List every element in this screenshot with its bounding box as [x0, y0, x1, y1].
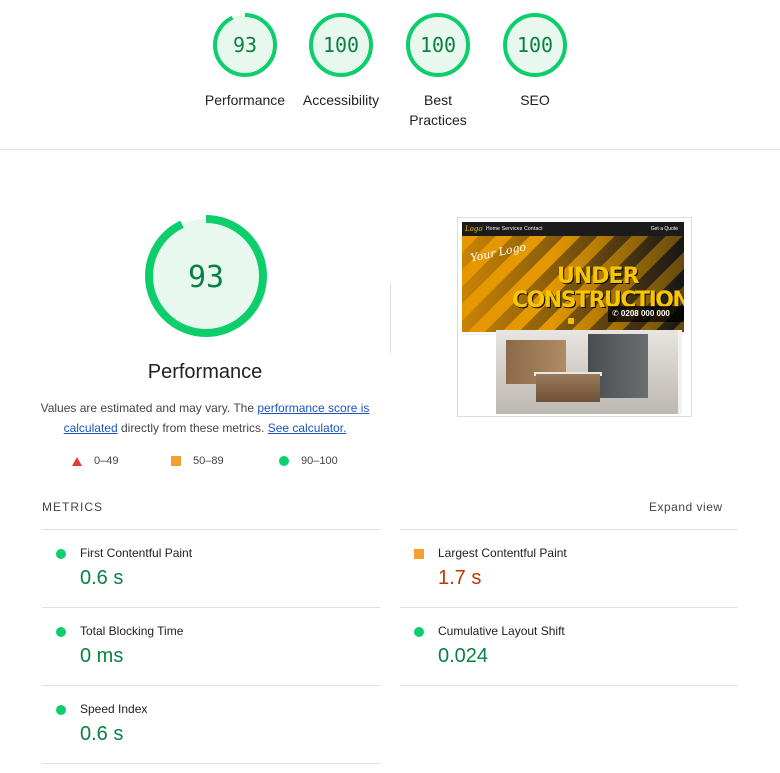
legend-pass: 90–100	[279, 455, 338, 467]
desc-text: Values are estimated and may vary. The	[40, 401, 258, 415]
metric-label: Speed Index	[80, 702, 148, 716]
see-calculator-link[interactable]: See calculator.	[268, 421, 347, 435]
metric-lcp: Largest Contentful Paint 1.7 s	[400, 529, 738, 607]
gauge-ring: 100	[406, 13, 470, 77]
triangle-icon	[72, 456, 82, 466]
performance-score: 93	[188, 260, 224, 295]
metric-value: 0 ms	[80, 645, 124, 667]
category-gauges: 93 Performance 100 Accessibility 100 Bes…	[0, 0, 780, 150]
gauge-label: Accessibility	[302, 92, 380, 108]
metric-value: 0.6 s	[80, 567, 124, 589]
gauge-ring: 100	[309, 13, 373, 77]
metric-label: Largest Contentful Paint	[438, 546, 567, 560]
circle-icon	[279, 456, 289, 466]
metric-value: 0.6 s	[80, 723, 124, 745]
metrics-title: METRICS	[42, 500, 103, 514]
gauge-label: SEO	[520, 92, 550, 108]
legend-average: 50–89	[171, 455, 224, 467]
section-marker	[568, 318, 574, 324]
metric-value: 1.7 s	[438, 567, 482, 589]
gauge-performance[interactable]: 93 Performance	[195, 12, 295, 110]
hero-line-1: UNDER	[557, 264, 640, 289]
site-logo: Logo	[465, 225, 483, 233]
desc-text: directly from these metrics.	[117, 421, 268, 435]
circle-icon	[414, 627, 424, 637]
gauge-accessibility[interactable]: 100 Accessibility	[291, 12, 391, 110]
circle-icon	[56, 549, 66, 559]
metric-tbt: Total Blocking Time 0 ms	[42, 607, 380, 685]
legend-range: 90–100	[301, 455, 338, 467]
metric-speed-index: Speed Index 0.6 s	[42, 685, 380, 763]
kitchen-island	[536, 374, 600, 402]
site-cta: Get a Quote	[650, 226, 678, 232]
expand-view-button[interactable]: Expand view	[649, 500, 723, 514]
gauge-ring: 93	[213, 13, 277, 77]
gauge-best-practices[interactable]: 100 Best Practices	[388, 12, 488, 130]
hero-phone: ✆ 0208 000 000	[608, 306, 684, 322]
gauge-ring: 100	[503, 13, 567, 77]
site-nav: Logo Home Services Contact Get a Quote	[462, 222, 684, 236]
metric-divider	[42, 763, 380, 764]
performance-title: Performance	[147, 361, 263, 383]
legend-range: 0–49	[94, 455, 119, 467]
performance-description: Values are estimated and may vary. The p…	[40, 398, 370, 438]
square-icon	[414, 549, 424, 559]
metric-divider	[400, 685, 738, 686]
svg-text:100: 100	[420, 33, 456, 57]
final-screenshot-thumbnail[interactable]: Logo Home Services Contact Get a Quote Y…	[457, 217, 692, 417]
section-divider	[0, 149, 780, 150]
legend-fail: 0–49	[72, 455, 118, 467]
svg-text:100: 100	[517, 33, 553, 57]
legend-range: 50–89	[193, 455, 224, 467]
performance-gauge: 93	[140, 210, 272, 342]
metric-fcp: First Contentful Paint 0.6 s	[42, 529, 380, 607]
circle-icon	[56, 627, 66, 637]
metric-value: 0.024	[438, 645, 489, 667]
svg-text:100: 100	[323, 33, 359, 57]
site-nav-links: Home Services Contact	[486, 226, 543, 232]
thumbnail-scrollbar	[678, 330, 682, 414]
kitchen-image	[496, 330, 682, 414]
metric-label: Cumulative Layout Shift	[438, 624, 565, 638]
vertical-divider	[390, 283, 391, 353]
metric-cls: Cumulative Layout Shift 0.024	[400, 607, 738, 685]
svg-text:93: 93	[233, 33, 257, 57]
metric-label: First Contentful Paint	[80, 546, 193, 560]
circle-icon	[56, 705, 66, 715]
gauge-label: Best Practices	[409, 92, 467, 128]
performance-ring: 93	[145, 215, 267, 337]
gauge-label: Performance	[204, 92, 286, 108]
metric-label: Total Blocking Time	[80, 624, 184, 638]
gauge-seo[interactable]: 100 SEO	[485, 12, 585, 110]
square-icon	[171, 456, 181, 466]
